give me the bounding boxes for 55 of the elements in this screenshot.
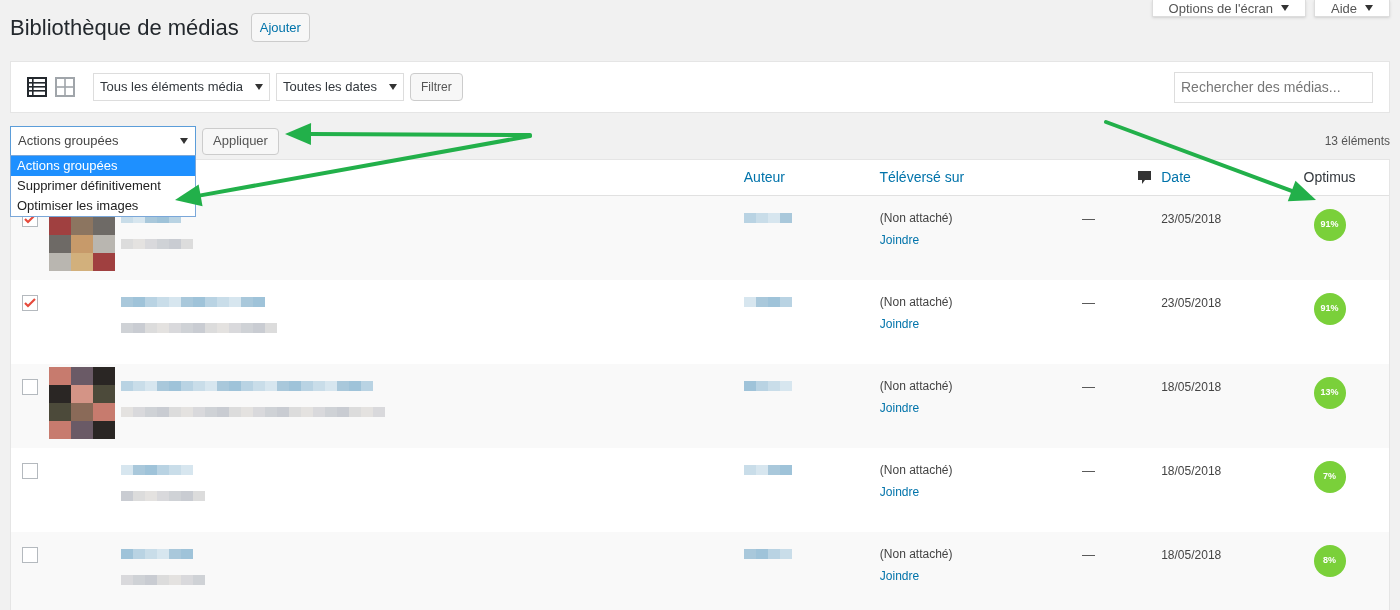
comment-count: — [1081,211,1095,226]
add-button[interactable]: Ajouter [250,12,310,43]
optimization-badge: 91% [1313,209,1346,241]
item-count: 13 éléments [1324,133,1390,150]
apply-button[interactable]: Appliquer [202,127,279,155]
column-header: Optimus [1303,168,1356,187]
filter-button[interactable]: Filtrer [410,73,463,101]
caret-icon [255,84,264,90]
screen-option-tab[interactable]: Aide [1313,0,1390,17]
column-header-link[interactable]: Auteur [743,167,785,188]
optimization-badge: 7% [1313,461,1346,493]
grid-view-icon[interactable] [55,77,75,97]
column-header-link[interactable]: Téléversé sur [879,167,965,188]
attach-link[interactable]: Joindre [879,567,1078,585]
row-checkbox[interactable] [22,463,38,479]
date-cell: 23/05/2018 [1161,212,1222,226]
column-header-link[interactable]: Date [1161,167,1191,188]
caret-icon [389,84,398,90]
attached-status: (Non attaché) [879,546,954,563]
comment-count: — [1081,379,1095,394]
comment-count: — [1081,463,1095,478]
filter-select[interactable]: Toutes les dates [276,73,405,101]
bulk-actions-select[interactable]: Actions groupées [10,126,196,156]
attached-status: (Non attaché) [879,294,954,311]
attach-link[interactable]: Joindre [879,315,1078,333]
optimization-badge: 8% [1313,545,1346,577]
optimization-badge: 91% [1313,293,1346,325]
caret-icon [180,138,188,144]
optimization-badge: 13% [1313,377,1346,409]
attached-status: (Non attaché) [879,462,954,479]
row-checkbox[interactable] [22,379,38,395]
caret-icon [1365,5,1373,11]
date-cell: 23/05/2018 [1161,296,1222,310]
date-cell: 18/05/2018 [1161,380,1222,394]
row-checkbox[interactable] [22,547,38,563]
attached-status: (Non attaché) [879,210,954,227]
list-view-icon[interactable] [27,77,47,97]
dropdown-option[interactable]: Supprimer définitivement [11,176,195,196]
comment-icon [1137,170,1153,185]
comment-count: — [1081,295,1095,310]
search-field[interactable]: Rechercher des médias... [1174,71,1373,103]
date-cell: 18/05/2018 [1161,464,1222,478]
filter-select[interactable]: Tous les éléments média [93,73,271,101]
attach-link[interactable]: Joindre [879,399,1078,417]
caret-icon [1280,5,1289,11]
page-title: Bibliothèque de médias [10,14,239,42]
comment-count: — [1081,547,1095,562]
dropdown-option[interactable]: Actions groupées [11,156,195,176]
dropdown-option[interactable]: Optimiser les images [11,196,195,216]
attach-link[interactable]: Joindre [879,483,1078,501]
row-checkbox[interactable] [22,295,38,311]
screen-option-tab[interactable]: Options de l'écran [1151,0,1306,17]
attach-link[interactable]: Joindre [879,231,1078,249]
attached-status: (Non attaché) [879,378,954,395]
date-cell: 18/05/2018 [1161,548,1222,562]
